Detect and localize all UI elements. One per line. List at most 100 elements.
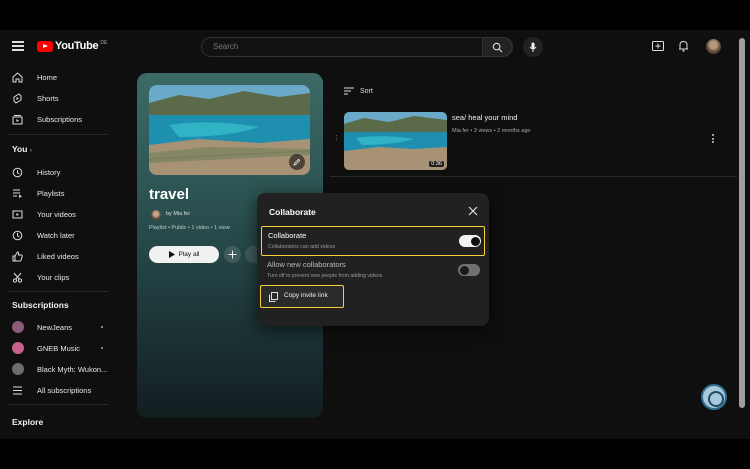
create-icon[interactable] (652, 41, 664, 51)
app-window: YouTube DE Search Home Shorts Subscripti… (0, 30, 750, 439)
video-title[interactable]: sea/ heal your mind (452, 113, 517, 122)
allow-collaborators-desc: Turn off to prevent new people from addi… (267, 273, 383, 279)
sidebar-item-channel[interactable]: GNEB Music (0, 339, 112, 357)
clips-icon (12, 272, 23, 283)
play-all-label: Play all (178, 251, 200, 258)
allow-new-collaborators-option: Allow new collaborators Turn off to prev… (261, 256, 485, 286)
account-avatar[interactable] (706, 39, 721, 54)
video-duration: 0:36 (429, 161, 444, 167)
new-content-dot (101, 347, 103, 349)
sidebar-item-label: GNEB Music (37, 343, 80, 353)
menu-icon[interactable] (12, 41, 24, 51)
playlist-meta: Playlist • Public • 1 video • 1 view (149, 225, 230, 231)
sidebar-item-label: Your clips (37, 272, 70, 282)
sidebar-item-label: Your videos (37, 209, 76, 219)
sidebar-item-label: NewJeans (37, 322, 73, 332)
sidebar-item-shorts[interactable]: Shorts (0, 89, 112, 107)
collaborate-option: Collaborate Collaborators can add videos (261, 226, 485, 256)
assistant-floating-button[interactable] (701, 384, 727, 410)
sidebar-divider (8, 291, 108, 292)
logo-text: YouTube (55, 40, 99, 52)
list-divider (330, 176, 737, 177)
sidebar-divider (8, 404, 108, 405)
chevron-right-icon: › (29, 148, 32, 154)
sidebar-item-label: Watch later (37, 230, 75, 240)
drag-handle-icon[interactable]: ⋮ (333, 134, 340, 142)
playlists-icon (13, 189, 22, 198)
scrollbar-thumb[interactable] (739, 38, 745, 408)
sidebar-item-channel[interactable]: Black Myth: Wukon... (0, 360, 112, 378)
sidebar-item-label: Playlists (37, 188, 65, 198)
copy-invite-link-button[interactable]: Copy invite link (260, 285, 344, 308)
sidebar-item-label: Subscriptions (37, 114, 83, 124)
sort-button[interactable]: Sort (344, 87, 373, 95)
sidebar-item-channel[interactable]: NewJeans (0, 318, 112, 336)
allow-collaborators-title: Allow new collaborators (267, 260, 346, 269)
youtube-logo-icon (37, 40, 53, 52)
voice-search-button[interactable] (523, 37, 543, 57)
sidebar-item-history[interactable]: History (0, 163, 112, 181)
search-box[interactable]: Search (201, 37, 513, 57)
playlist-title[interactable]: travel (149, 186, 189, 203)
sidebar-item-label: All subscriptions (37, 385, 92, 395)
plus-icon (228, 250, 237, 259)
collaborate-toggle[interactable] (459, 235, 481, 247)
explore-section-title: Explore (12, 417, 44, 427)
sidebar-item-label: Liked videos (37, 251, 79, 261)
subscriptions-icon (12, 114, 23, 124)
search-input[interactable]: Search (213, 42, 238, 51)
channel-avatar (12, 342, 24, 354)
masthead: YouTube DE Search (0, 30, 750, 64)
close-icon[interactable] (468, 206, 478, 216)
sidebar-item-label: Black Myth: Wukon... (37, 364, 108, 374)
shorts-icon (13, 92, 22, 104)
more-options-icon[interactable] (710, 134, 716, 145)
liked-videos-icon (12, 250, 23, 261)
allow-collaborators-toggle[interactable] (458, 264, 480, 276)
playlist-owner[interactable]: by Mia fer (166, 211, 190, 217)
copy-invite-link-label: Copy invite link (284, 292, 328, 299)
sidebar-item-label: History (37, 167, 61, 177)
sidebar-item-all-subscriptions[interactable]: All subscriptions (0, 381, 112, 399)
search-button[interactable] (482, 37, 512, 57)
new-content-dot (101, 326, 103, 328)
scrollbar[interactable] (738, 34, 746, 412)
home-icon (12, 71, 23, 82)
watch-later-icon (12, 230, 23, 240)
sidebar-item-watch-later[interactable]: Watch later (0, 226, 112, 244)
pencil-icon (293, 158, 301, 166)
sidebar-item-label: Home (37, 72, 58, 82)
sea-landscape-image (149, 85, 310, 175)
notifications-bell-icon[interactable] (678, 40, 689, 52)
history-icon (12, 167, 23, 177)
sidebar-item-playlists[interactable]: Playlists (0, 184, 112, 202)
sidebar-divider (8, 134, 108, 135)
edit-thumbnail-button[interactable] (289, 154, 305, 170)
mic-icon (529, 42, 537, 52)
youtube-logo[interactable]: YouTube DE (37, 40, 107, 52)
play-all-button[interactable]: Play all (149, 246, 219, 263)
owner-avatar[interactable] (151, 210, 161, 220)
sidebar: Home Shorts Subscriptions You › History … (0, 64, 112, 439)
collaborate-option-title: Collaborate (268, 231, 307, 240)
collaborate-option-desc: Collaborators can add videos (268, 244, 336, 250)
your-videos-icon (12, 210, 23, 218)
channel-avatar (12, 321, 24, 333)
sidebar-item-label: Shorts (37, 93, 59, 103)
playlist-video-row[interactable]: ⋮ 0:36 sea/ heal your mind Mia fer • 3 v… (330, 108, 730, 178)
you-title-text: You (12, 144, 28, 154)
channel-avatar (12, 363, 24, 375)
logo-country-code: DE (100, 39, 108, 46)
sort-icon (344, 87, 354, 95)
sidebar-item-your-videos[interactable]: Your videos (0, 205, 112, 223)
list-icon (13, 386, 22, 394)
collaborate-dialog: Collaborate Collaborate Collaborators ca… (257, 193, 489, 326)
sidebar-item-liked-videos[interactable]: Liked videos (0, 247, 112, 265)
you-section-title[interactable]: You › (12, 144, 32, 154)
sidebar-item-home[interactable]: Home (0, 68, 112, 86)
playlist-thumbnail[interactable] (149, 85, 310, 175)
add-to-playlist-button[interactable] (224, 246, 241, 263)
video-thumbnail[interactable]: 0:36 (344, 112, 447, 170)
sidebar-item-subscriptions[interactable]: Subscriptions (0, 110, 112, 128)
sidebar-item-your-clips[interactable]: Your clips (0, 268, 112, 286)
